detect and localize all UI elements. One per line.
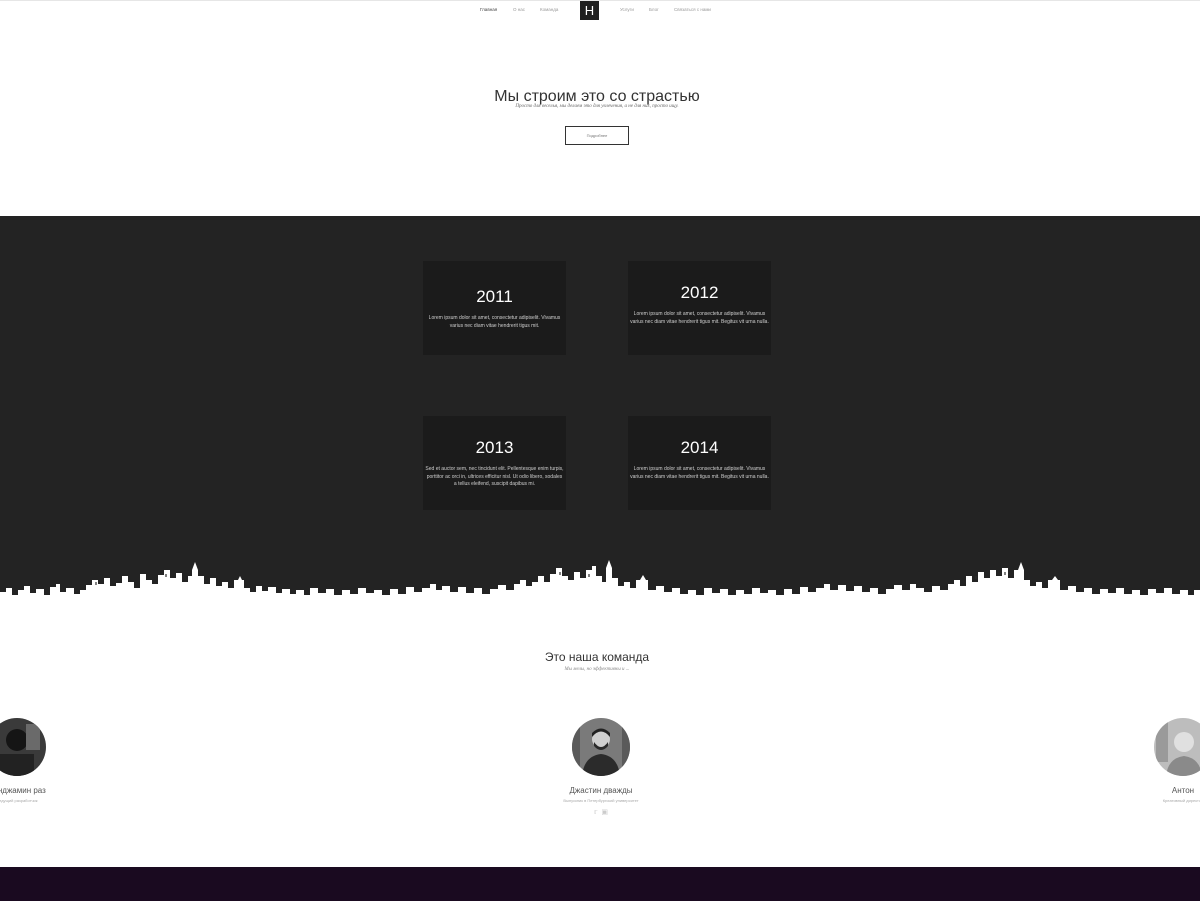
member-name: Антон	[1171, 786, 1195, 795]
member-name: Бенджамин раз	[0, 786, 46, 795]
more-button[interactable]: Подробнее	[565, 126, 629, 145]
member-role: Креативный директор	[1162, 798, 1200, 803]
avatar	[572, 718, 630, 776]
nav-link-blog[interactable]: Блог	[649, 7, 659, 12]
team-member-card: Джастин дважды Выпускник в Петербургский…	[541, 718, 661, 816]
logo[interactable]: H	[580, 1, 599, 20]
timeline-year: 2012	[680, 283, 719, 302]
hero-subtitle: Просто для веселья, мы делаем это для ув…	[515, 104, 679, 109]
nav-link-home[interactable]: Главная	[480, 7, 497, 12]
instagram-icon[interactable]: ▣	[601, 808, 608, 816]
timeline-card-2013: 2013 Sed et auctor sem, nec tincidunt el…	[423, 416, 566, 510]
city-skyline-illustration	[0, 560, 1200, 610]
social-links: 𝕣 ▣	[541, 808, 661, 816]
team-title: Это наша команда	[544, 650, 650, 664]
footer-bar	[0, 867, 1200, 901]
timeline-year: 2011	[476, 287, 513, 306]
avatar	[0, 718, 46, 776]
timeline-card-2014: 2014 Lorem ipsum dolor sit amet, consect…	[628, 416, 771, 510]
member-role: Ведущий разработчик	[0, 798, 38, 803]
team-member-card: Антон Креативный директор	[1123, 718, 1200, 803]
timeline-card-2012: 2012 Lorem ipsum dolor sit amet, consect…	[628, 261, 771, 355]
timeline-text: Lorem ipsum dolor sit amet, consectetur …	[428, 315, 561, 329]
member-name: Джастин дважды	[569, 786, 633, 795]
twitter-icon[interactable]: 𝕣	[594, 808, 597, 816]
nav-link-team[interactable]: Команда	[540, 7, 558, 12]
nav-link-about[interactable]: О нас	[513, 7, 525, 12]
nav-link-services[interactable]: Услуги	[620, 7, 634, 12]
timeline-text: Sed et auctor sem, nec tincidunt elit. P…	[425, 466, 564, 487]
timeline-year: 2013	[475, 438, 514, 457]
avatar	[1154, 718, 1200, 776]
top-navigation: Главная О нас Команда H Услуги Блог Связ…	[0, 0, 1200, 20]
team-member-card: Бенджамин раз Ведущий разработчик	[0, 718, 77, 803]
member-role: Выпускник в Петербургский университет	[563, 798, 639, 803]
timeline-card-2011: 2011 Lorem ipsum dolor sit amet, consect…	[423, 261, 566, 355]
team-subtitle: Мы мелы, но эффективны и ...	[564, 667, 630, 672]
timeline-year: 2014	[680, 438, 719, 457]
timeline-text: Lorem ipsum dolor sit amet, consectetur …	[630, 311, 769, 325]
timeline-text: Lorem ipsum dolor sit amet, consectetur …	[630, 466, 769, 480]
nav-link-contact[interactable]: Связаться с нами	[674, 7, 711, 12]
